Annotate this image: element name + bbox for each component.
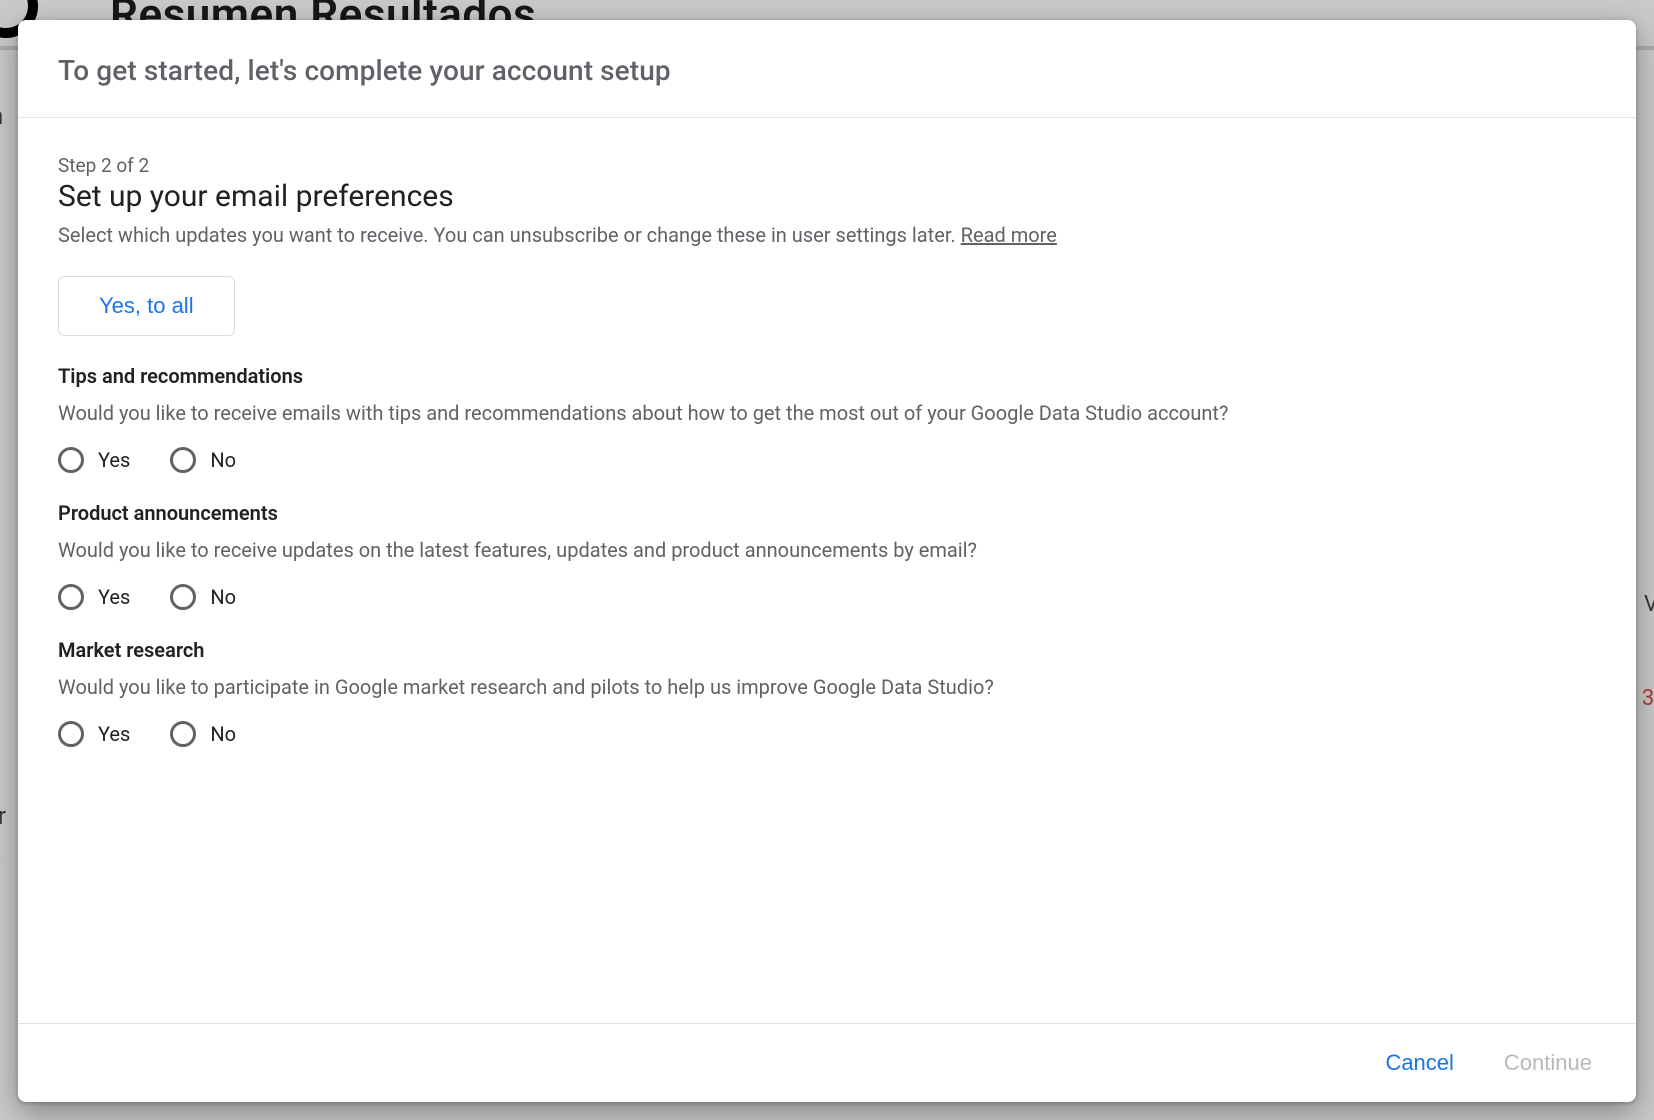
- radio-label: No: [210, 585, 236, 609]
- radio-yes[interactable]: Yes: [58, 721, 130, 747]
- step-title: Set up your email preferences: [58, 179, 1596, 214]
- radio-circle-icon: [58, 447, 84, 473]
- radio-circle-icon: [170, 721, 196, 747]
- question-title: Tips and recommendations: [58, 364, 1596, 388]
- cancel-button[interactable]: Cancel: [1375, 1044, 1463, 1082]
- question-market-research: Market research Would you like to partic…: [58, 638, 1596, 747]
- question-tips: Tips and recommendations Would you like …: [58, 364, 1596, 473]
- radio-circle-icon: [58, 584, 84, 610]
- radio-no[interactable]: No: [170, 584, 236, 610]
- step-counter: Step 2 of 2: [58, 154, 1596, 177]
- question-description: Would you like to participate in Google …: [58, 672, 1596, 703]
- question-product-announcements: Product announcements Would you like to …: [58, 501, 1596, 610]
- radio-no[interactable]: No: [170, 447, 236, 473]
- continue-button[interactable]: Continue: [1494, 1044, 1602, 1082]
- radio-group: Yes No: [58, 584, 1596, 610]
- radio-label: Yes: [98, 722, 130, 746]
- radio-label: Yes: [98, 448, 130, 472]
- question-title: Product announcements: [58, 501, 1596, 525]
- question-description: Would you like to receive emails with ti…: [58, 398, 1596, 429]
- radio-label: Yes: [98, 585, 130, 609]
- radio-circle-icon: [58, 721, 84, 747]
- radio-group: Yes No: [58, 721, 1596, 747]
- dialog-heading: To get started, let's complete your acco…: [58, 54, 1596, 87]
- radio-circle-icon: [170, 447, 196, 473]
- radio-circle-icon: [170, 584, 196, 610]
- dialog-header: To get started, let's complete your acco…: [18, 20, 1636, 118]
- radio-yes[interactable]: Yes: [58, 584, 130, 610]
- radio-yes[interactable]: Yes: [58, 447, 130, 473]
- step-subtitle: Select which updates you want to receive…: [58, 220, 1596, 250]
- yes-to-all-button[interactable]: Yes, to all: [58, 276, 235, 336]
- read-more-link[interactable]: Read more: [961, 223, 1057, 247]
- step-subtitle-text: Select which updates you want to receive…: [58, 223, 961, 247]
- radio-label: No: [210, 722, 236, 746]
- question-description: Would you like to receive updates on the…: [58, 535, 1596, 566]
- modal-overlay: To get started, let's complete your acco…: [0, 0, 1654, 1120]
- question-title: Market research: [58, 638, 1596, 662]
- dialog-footer: Cancel Continue: [18, 1023, 1636, 1102]
- dialog-body: Step 2 of 2 Set up your email preference…: [18, 118, 1636, 1023]
- radio-group: Yes No: [58, 447, 1596, 473]
- radio-no[interactable]: No: [170, 721, 236, 747]
- radio-label: No: [210, 448, 236, 472]
- account-setup-dialog: To get started, let's complete your acco…: [18, 20, 1636, 1102]
